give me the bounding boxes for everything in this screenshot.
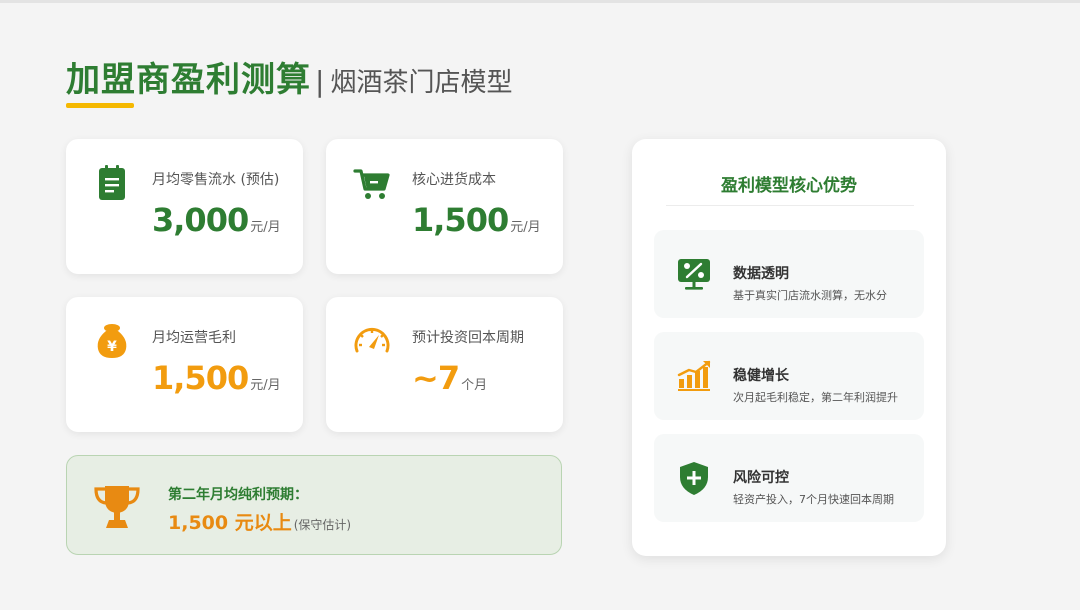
- page-title: 加盟商盈利测算 | 烟酒茶门店模型: [66, 52, 512, 101]
- metric-value-row: 3,000 元/月: [152, 201, 281, 239]
- net-profit-label: 第二年月均纯利预期：: [168, 487, 308, 503]
- advantage-title: 稳健增长: [733, 368, 789, 384]
- money-bag-icon: ¥: [97, 324, 127, 358]
- metric-value: 3,000: [152, 201, 249, 239]
- net-profit-row: 1,500 元以上 (保守估计): [168, 508, 351, 535]
- metric-value: ~7: [412, 359, 460, 397]
- percent-monitor-icon: [678, 259, 710, 290]
- metric-card-monthly-revenue: 月均零售流水 (预估) 3,000 元/月: [66, 139, 303, 274]
- metric-value-row: ~7 个月: [412, 359, 487, 397]
- advantage-desc: 次月起毛利稳定，第二年利润提升: [733, 391, 898, 404]
- shield-plus-icon: [680, 462, 708, 495]
- metric-card-gross-profit: ¥ 月均运营毛利 1,500 元/月: [66, 297, 303, 432]
- net-profit-callout: 第二年月均纯利预期： 1,500 元以上 (保守估计): [66, 455, 562, 555]
- metric-unit: 个月: [461, 378, 488, 393]
- metric-value: 1,500: [152, 359, 249, 397]
- metric-label: 预计投资回本周期: [412, 330, 524, 346]
- advantages-panel: 盈利模型核心优势 数据透明 基于真实门店流水测算，无水分 稳健增长 次月起毛利稳…: [632, 139, 946, 556]
- title-separator: |: [315, 65, 325, 98]
- document-icon: [99, 165, 125, 200]
- advantage-title: 数据透明: [733, 266, 789, 282]
- title-underline: [66, 103, 134, 108]
- metric-unit: 元/月: [250, 378, 281, 393]
- metric-label: 月均零售流水 (预估): [152, 172, 280, 188]
- metric-unit: 元/月: [250, 220, 281, 235]
- divider: [666, 205, 914, 206]
- metric-value-row: 1,500 元/月: [412, 201, 541, 239]
- metric-card-purchase-cost: 核心进货成本 1,500 元/月: [326, 139, 563, 274]
- top-border-line: [0, 0, 1080, 3]
- net-profit-value: 1,500 元以上: [168, 512, 292, 534]
- metric-value: 1,500: [412, 201, 509, 239]
- metric-label: 核心进货成本: [412, 172, 496, 188]
- growth-chart-icon: [677, 360, 711, 391]
- page-subtitle: 烟酒茶门店模型: [330, 68, 513, 98]
- cart-icon: [353, 169, 390, 199]
- metric-label: 月均运营毛利: [152, 330, 236, 346]
- net-profit-note: (保守估计): [293, 518, 352, 532]
- gauge-icon: [354, 328, 390, 353]
- advantage-desc: 基于真实门店流水测算，无水分: [733, 289, 887, 302]
- metric-card-payback-period: 预计投资回本周期 ~7 个月: [326, 297, 563, 432]
- trophy-icon: [94, 486, 140, 528]
- metric-unit: 元/月: [510, 220, 541, 235]
- page-title-main: 加盟商盈利测算: [66, 60, 311, 100]
- advantage-desc: 轻资产投入，7个月快速回本周期: [733, 493, 894, 506]
- advantage-title: 风险可控: [733, 470, 789, 486]
- svg-text:¥: ¥: [107, 339, 117, 355]
- metric-value-row: 1,500 元/月: [152, 359, 281, 397]
- advantage-item-growth: 稳健增长 次月起毛利稳定，第二年利润提升: [654, 332, 924, 420]
- advantage-item-transparency: 数据透明 基于真实门店流水测算，无水分: [654, 230, 924, 318]
- advantages-title: 盈利模型核心优势: [721, 176, 857, 196]
- advantage-item-risk-control: 风险可控 轻资产投入，7个月快速回本周期: [654, 434, 924, 522]
